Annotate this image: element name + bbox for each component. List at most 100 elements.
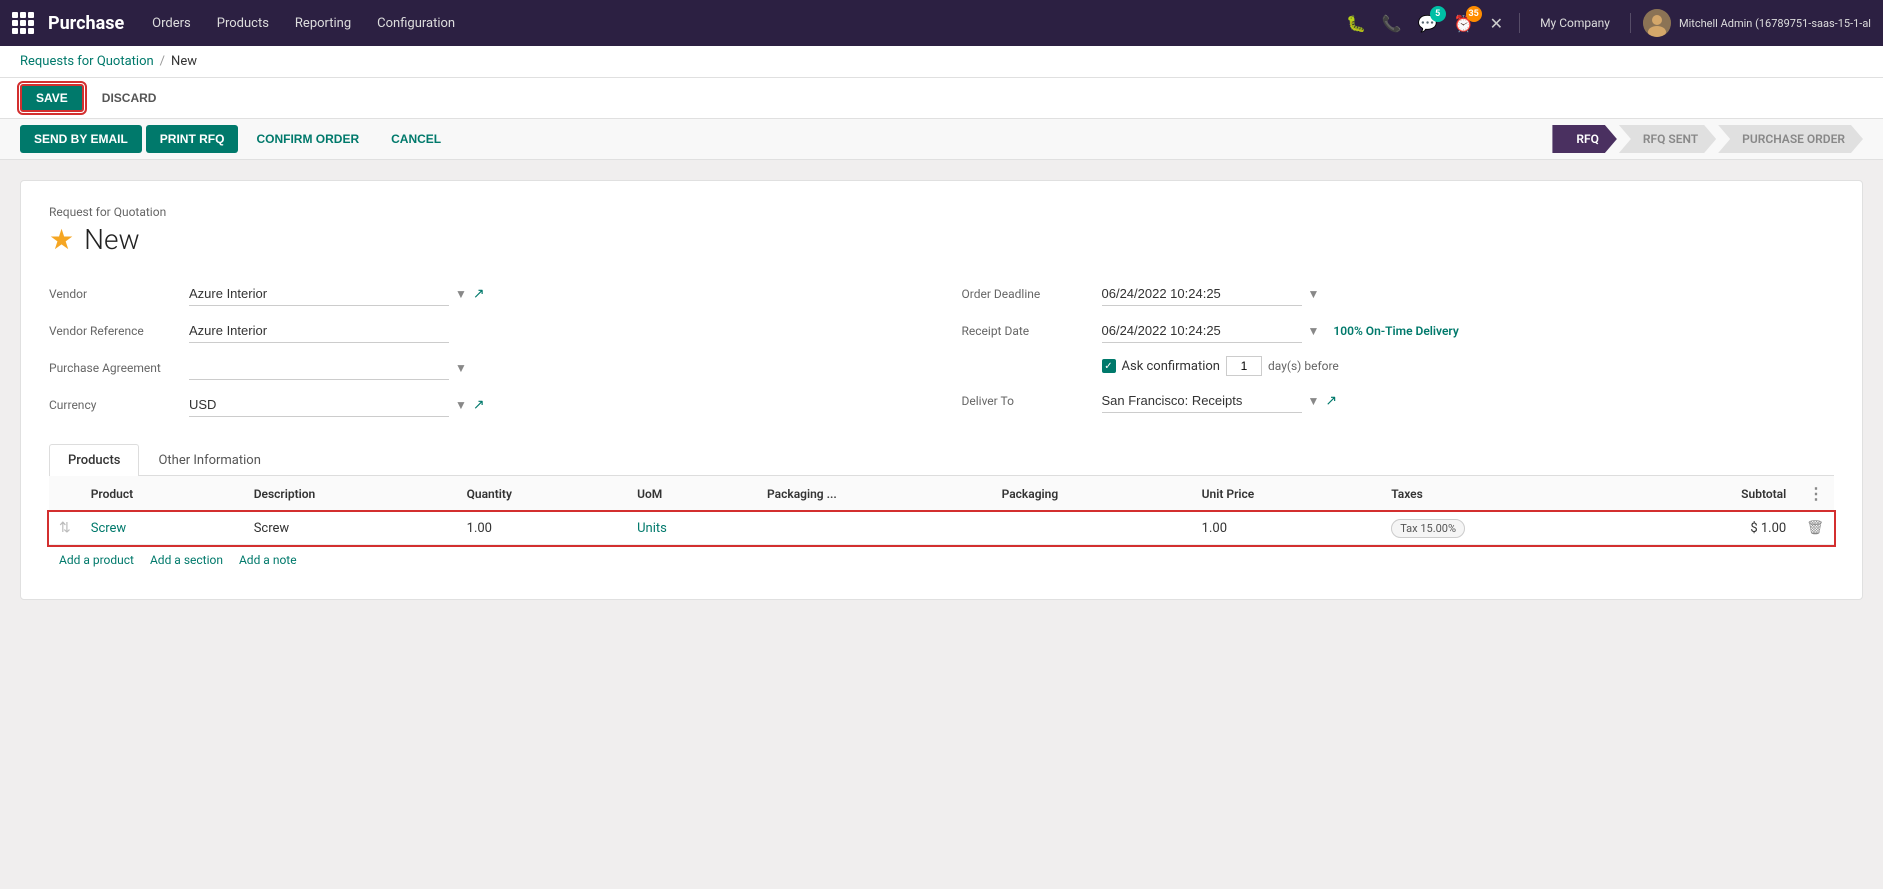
- cancel-button[interactable]: CANCEL: [377, 125, 455, 153]
- separator2: [1630, 13, 1631, 33]
- vendor-external-link-icon[interactable]: ↗: [473, 286, 485, 302]
- confirm-order-button[interactable]: CONFIRM ORDER: [242, 125, 373, 153]
- top-navigation: Purchase Orders Products Reporting Confi…: [0, 0, 1883, 46]
- send-email-button[interactable]: SEND BY EMAIL: [20, 125, 142, 153]
- tab-products[interactable]: Products: [49, 444, 139, 476]
- order-deadline-dropdown-icon[interactable]: ▼: [1308, 287, 1320, 301]
- form-fields-right: Order Deadline ▼ Receipt Date ▼ 100% On-…: [962, 276, 1835, 424]
- purchase-agreement-input[interactable]: [189, 356, 449, 380]
- add-product-link[interactable]: Add a product: [59, 553, 134, 567]
- menu-orders[interactable]: Orders: [140, 12, 203, 35]
- purchase-agreement-label: Purchase Agreement: [49, 361, 189, 375]
- column-menu-icon[interactable]: ⋮: [1808, 484, 1824, 503]
- menu-reporting[interactable]: Reporting: [283, 12, 363, 35]
- user-name[interactable]: Mitchell Admin (16789751-saas-15-1-al: [1679, 17, 1871, 30]
- deliver-to-external-link-icon[interactable]: ↗: [1325, 393, 1337, 409]
- grid-icon[interactable]: [12, 12, 34, 34]
- top-menu: Orders Products Reporting Configuration: [140, 12, 1338, 35]
- row-quantity[interactable]: 1.00: [457, 512, 627, 545]
- col-subtotal: Subtotal: [1626, 476, 1796, 512]
- vendor-row: Vendor ▼ ↗: [49, 276, 922, 313]
- row-product[interactable]: Screw: [81, 512, 244, 545]
- receipt-date-input[interactable]: [1102, 319, 1302, 343]
- receipt-date-row: Receipt Date ▼ 100% On-Time Delivery: [962, 313, 1835, 350]
- order-deadline-input[interactable]: [1102, 282, 1302, 306]
- form-title: ★ New: [49, 223, 1834, 256]
- tax-badge: Tax 15.00%: [1391, 519, 1465, 538]
- receipt-date-value: ▼ 100% On-Time Delivery: [1102, 319, 1835, 343]
- clock-icon[interactable]: ⏰ 35: [1450, 10, 1478, 37]
- ask-confirmation-checkbox[interactable]: [1102, 359, 1116, 373]
- order-deadline-row: Order Deadline ▼: [962, 276, 1835, 313]
- favorite-star-icon[interactable]: ★: [49, 223, 74, 256]
- add-note-link[interactable]: Add a note: [239, 553, 297, 567]
- vendor-reference-row: Vendor Reference: [49, 313, 922, 350]
- menu-products[interactable]: Products: [205, 12, 281, 35]
- pipeline-step-purchase-order[interactable]: PURCHASE ORDER: [1718, 125, 1863, 153]
- purchase-agreement-value: ▼: [189, 356, 922, 380]
- row-subtotal: $ 1.00: [1626, 512, 1796, 545]
- topnav-right: 🐛 📞 💬 5 ⏰ 35 ✕ My Company Mitchell Admin…: [1342, 9, 1871, 37]
- col-quantity: Quantity: [457, 476, 627, 512]
- col-uom: UoM: [627, 476, 757, 512]
- table-row[interactable]: ⇅ Screw Screw 1.00 Units 1.00 Tax 15.00%…: [49, 512, 1834, 545]
- receipt-date-dropdown-icon[interactable]: ▼: [1308, 324, 1320, 338]
- col-product: Product: [81, 476, 244, 512]
- form-header-label: Request for Quotation: [49, 205, 1834, 219]
- deliver-to-dropdown-icon[interactable]: ▼: [1308, 394, 1320, 408]
- pipeline-step-rfq[interactable]: RFQ: [1552, 125, 1617, 153]
- discard-button[interactable]: DISCARD: [92, 86, 167, 110]
- col-packaging: Packaging: [992, 476, 1192, 512]
- clock-badge: 35: [1466, 6, 1482, 22]
- tab-other-information[interactable]: Other Information: [139, 444, 279, 476]
- receipt-date-label: Receipt Date: [962, 324, 1102, 338]
- deliver-to-input[interactable]: [1102, 389, 1302, 413]
- ask-confirmation-row: Ask confirmation day(s) before: [962, 350, 1835, 383]
- phone-icon[interactable]: 📞: [1378, 10, 1406, 37]
- row-uom[interactable]: Units: [627, 512, 757, 545]
- deliver-to-label: Deliver To: [962, 394, 1102, 408]
- add-section-link[interactable]: Add a section: [150, 553, 223, 567]
- tabs-bar: Products Other Information: [49, 444, 1834, 476]
- form-title-text: New: [84, 223, 140, 256]
- row-drag-handle[interactable]: ⇅: [49, 512, 81, 545]
- delete-icon[interactable]: 🗑: [1806, 520, 1824, 536]
- app-name: Purchase: [48, 13, 124, 34]
- currency-value: ▼ ↗: [189, 393, 922, 417]
- print-rfq-button[interactable]: PRINT RFQ: [146, 125, 239, 153]
- breadcrumb-separator: /: [160, 54, 165, 69]
- table-header-row: Product Description Quantity UoM Packagi…: [49, 476, 1834, 512]
- currency-row: Currency ▼ ↗: [49, 387, 922, 424]
- app-logo[interactable]: Purchase: [12, 12, 124, 34]
- row-description[interactable]: Screw: [244, 512, 457, 545]
- company-name[interactable]: My Company: [1540, 16, 1610, 30]
- currency-external-link-icon[interactable]: ↗: [473, 397, 485, 413]
- currency-dropdown-icon[interactable]: ▼: [455, 398, 467, 412]
- close-icon[interactable]: ✕: [1486, 10, 1507, 37]
- save-button[interactable]: SAVE: [20, 84, 84, 112]
- pipeline-step-rfq-sent[interactable]: RFQ SENT: [1619, 125, 1716, 153]
- action-bar: SAVE DISCARD: [0, 78, 1883, 119]
- chat-icon[interactable]: 💬 5: [1414, 10, 1442, 37]
- purchase-agreement-dropdown-icon[interactable]: ▼: [455, 361, 467, 375]
- row-taxes[interactable]: Tax 15.00%: [1381, 512, 1626, 545]
- vendor-reference-input[interactable]: [189, 319, 449, 343]
- row-delete[interactable]: 🗑: [1796, 512, 1834, 545]
- row-packaging[interactable]: [992, 512, 1192, 545]
- confirmation-days-input[interactable]: [1226, 356, 1262, 376]
- add-links: Add a product Add a section Add a note: [49, 545, 1834, 575]
- menu-configuration[interactable]: Configuration: [365, 12, 467, 35]
- row-unit-price[interactable]: 1.00: [1192, 512, 1382, 545]
- bug-icon[interactable]: 🐛: [1342, 10, 1370, 37]
- ask-confirmation-value: Ask confirmation day(s) before: [1102, 356, 1835, 376]
- vendor-input[interactable]: [189, 282, 449, 306]
- vendor-value: ▼ ↗: [189, 282, 922, 306]
- breadcrumb-current: New: [171, 54, 197, 69]
- avatar[interactable]: [1643, 9, 1671, 37]
- main-content: Request for Quotation ★ New Vendor ▼ ↗: [0, 160, 1883, 620]
- vendor-dropdown-icon[interactable]: ▼: [455, 287, 467, 301]
- deliver-to-value: ▼ ↗: [1102, 389, 1835, 413]
- currency-input[interactable]: [189, 393, 449, 417]
- row-packaging-qty[interactable]: [757, 512, 992, 545]
- breadcrumb-parent[interactable]: Requests for Quotation: [20, 54, 154, 69]
